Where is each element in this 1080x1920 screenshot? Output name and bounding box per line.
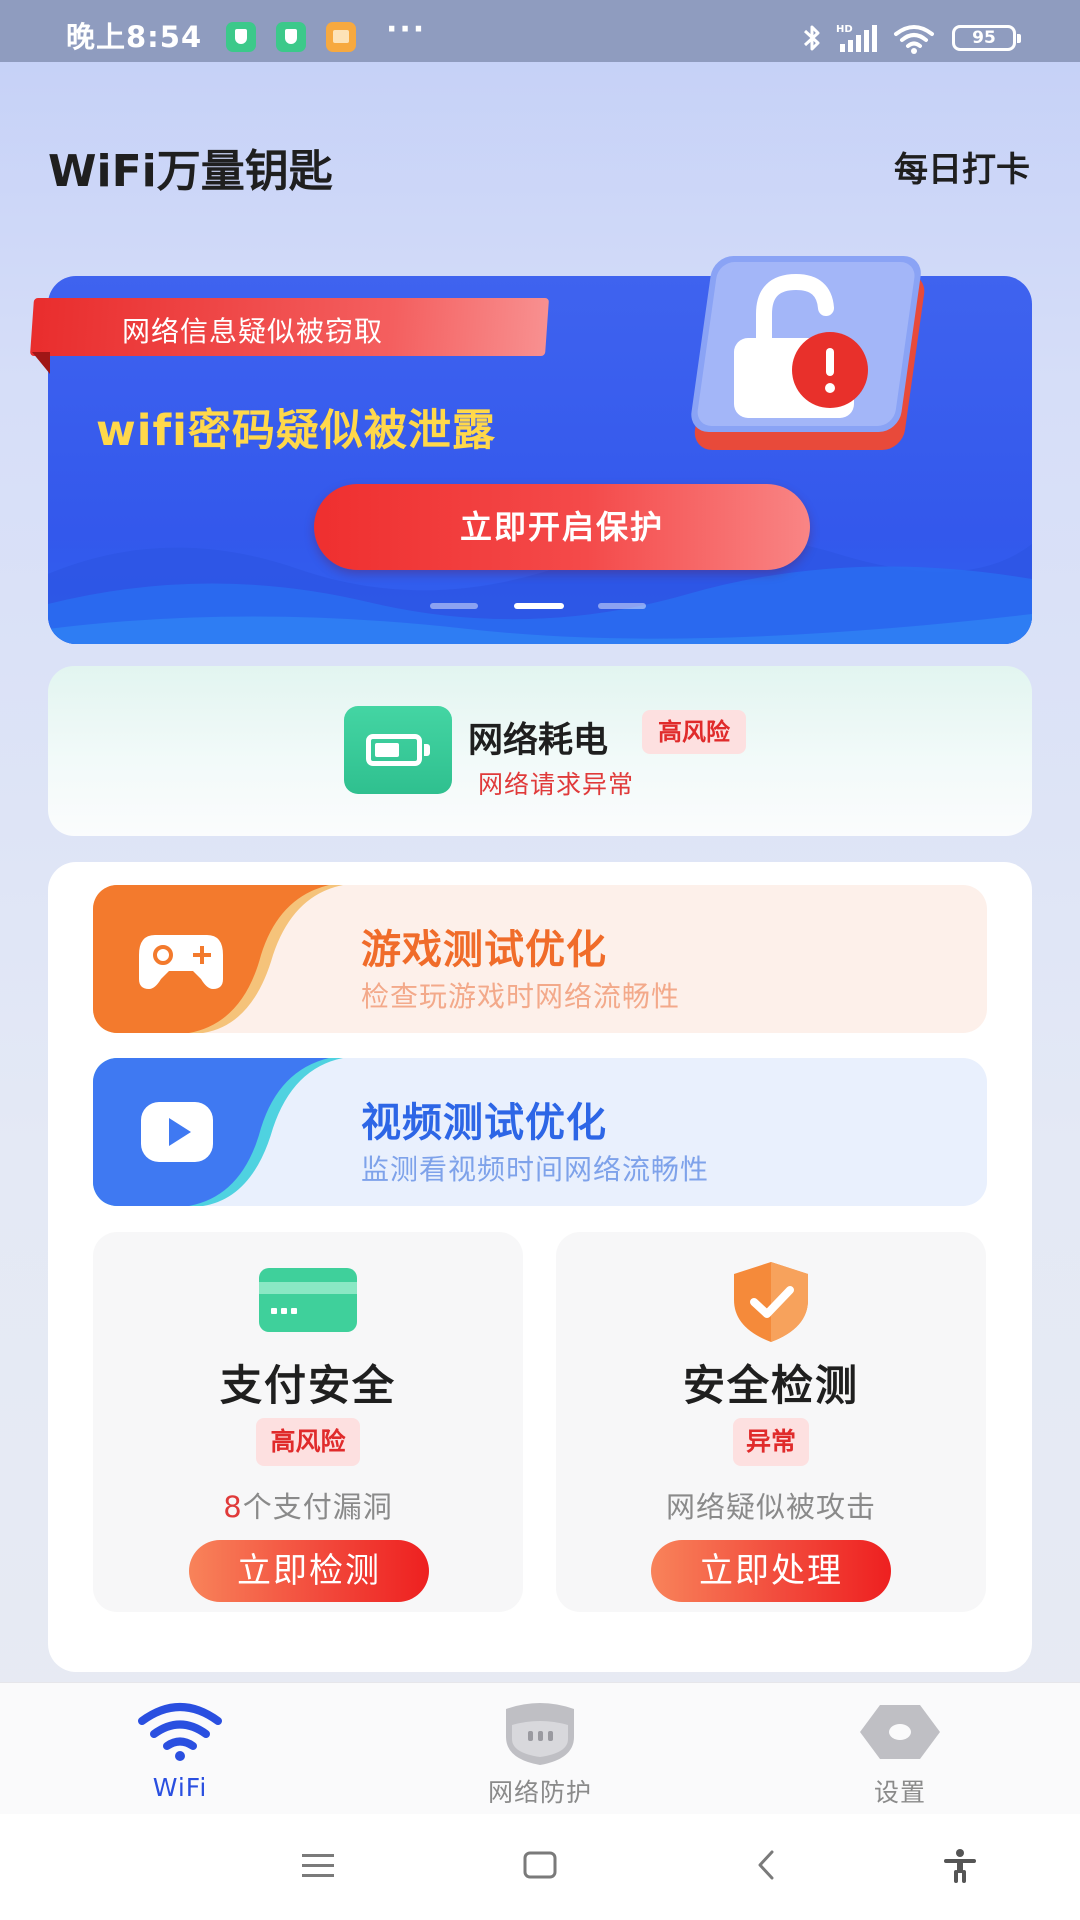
payment-security-title: 支付安全 bbox=[219, 1361, 396, 1410]
play-icon bbox=[141, 1102, 213, 1162]
risk-badge: 高风险 bbox=[256, 1418, 360, 1466]
bottom-nav: WiFi 网络防护 设置 bbox=[0, 1682, 1080, 1815]
game-optimize-item[interactable]: 游戏测试优化 检查玩游戏时网络流畅性 bbox=[93, 885, 987, 1033]
banner-headline: wifi密码疑似被泄露 bbox=[96, 406, 496, 456]
abnormal-badge: 异常 bbox=[733, 1418, 809, 1466]
gamepad-icon bbox=[139, 935, 223, 989]
card-icon bbox=[259, 1268, 357, 1332]
video-swoosh bbox=[93, 1058, 343, 1206]
battery-icon bbox=[344, 706, 452, 794]
security-app-icon-2 bbox=[276, 22, 306, 52]
nav-label-settings: 设置 bbox=[873, 1778, 926, 1807]
power-card-title: 网络耗电 bbox=[468, 721, 609, 761]
carousel-dot[interactable] bbox=[598, 603, 646, 609]
risk-badge: 高风险 bbox=[642, 710, 746, 754]
video-optimize-item[interactable]: 视频测试优化 监测看视频时间网络流畅性 bbox=[93, 1058, 987, 1206]
carousel-dot[interactable] bbox=[430, 603, 478, 609]
vulnerability-count: 8 bbox=[223, 1490, 243, 1524]
vulnerability-text: 个支付漏洞 bbox=[242, 1490, 393, 1524]
game-optimize-subtitle: 检查玩游戏时网络流畅性 bbox=[361, 980, 681, 1013]
handle-now-button[interactable]: 立即处理 bbox=[651, 1540, 891, 1602]
unlocked-padlock-icon bbox=[691, 256, 925, 450]
nav-label-wifi: WiFi bbox=[152, 1773, 208, 1802]
signal-icon: HD bbox=[836, 24, 877, 52]
shield-check-icon bbox=[734, 1262, 808, 1342]
settings-icon bbox=[860, 1705, 940, 1759]
security-check-desc: 网络疑似被攻击 bbox=[665, 1490, 876, 1524]
app-title: WiFi万量钥匙 bbox=[48, 146, 333, 197]
power-card-subtitle: 网络请求异常 bbox=[478, 770, 635, 799]
security-check-tile[interactable]: 安全检测 异常 网络疑似被攻击 立即处理 bbox=[556, 1232, 986, 1612]
battery-indicator: 95 bbox=[952, 25, 1021, 51]
accessibility-icon[interactable] bbox=[940, 1848, 980, 1884]
gallery-app-icon bbox=[326, 22, 356, 52]
daily-checkin-button[interactable]: 每日打卡 bbox=[894, 142, 1030, 191]
ribbon-fold bbox=[32, 352, 50, 374]
carousel-dot-active[interactable] bbox=[514, 603, 564, 609]
game-optimize-title: 游戏测试优化 bbox=[361, 927, 607, 973]
wifi-icon bbox=[138, 1703, 222, 1761]
back-icon[interactable] bbox=[752, 1848, 782, 1882]
security-app-icon bbox=[226, 22, 256, 52]
status-bar: 晚上8:54 ··· HD 95 bbox=[0, 0, 1080, 62]
payment-security-desc: 8个支付漏洞 bbox=[93, 1484, 523, 1526]
detect-now-button[interactable]: 立即检测 bbox=[189, 1540, 429, 1602]
more-notifications-icon: ··· bbox=[386, 12, 427, 47]
payment-security-tile[interactable]: 支付安全 高风险 8个支付漏洞 立即检测 bbox=[93, 1232, 523, 1612]
bluetooth-icon bbox=[803, 25, 820, 51]
video-optimize-title: 视频测试优化 bbox=[361, 1100, 607, 1146]
video-optimize-subtitle: 监测看视频时间网络流畅性 bbox=[361, 1153, 710, 1186]
wifi-status-icon bbox=[894, 25, 934, 54]
menu-icon[interactable] bbox=[300, 1848, 336, 1882]
nav-item-wifi[interactable]: WiFi bbox=[80, 1683, 280, 1815]
nav-item-settings[interactable]: 设置 bbox=[800, 1683, 1000, 1815]
network-type-label: HD bbox=[836, 24, 853, 35]
shield-icon bbox=[506, 1703, 574, 1765]
home-icon[interactable] bbox=[522, 1848, 558, 1882]
nav-label-network-protection: 网络防护 bbox=[487, 1778, 592, 1807]
security-check-title: 安全检测 bbox=[682, 1361, 859, 1410]
nav-item-network-protection[interactable]: 网络防护 bbox=[440, 1683, 640, 1815]
ribbon-text: 网络信息疑似被窃取 bbox=[122, 315, 384, 348]
status-time: 晚上8:54 bbox=[66, 20, 203, 54]
system-nav-bar bbox=[0, 1814, 1080, 1920]
enable-protection-button[interactable]: 立即开启保护 bbox=[314, 484, 810, 570]
